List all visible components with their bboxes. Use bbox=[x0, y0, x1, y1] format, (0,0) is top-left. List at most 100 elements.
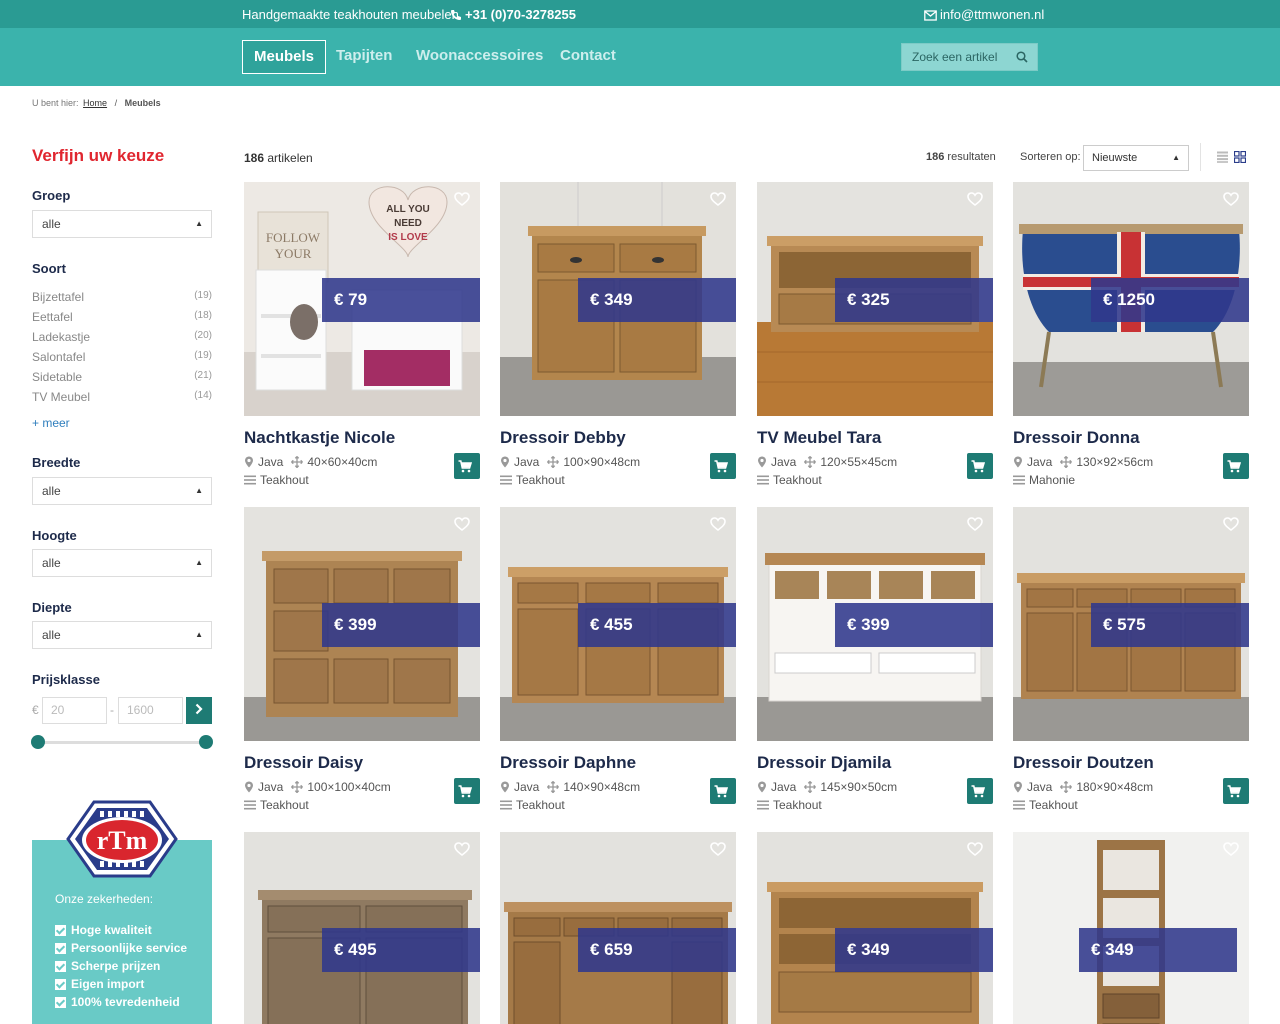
product-title[interactable]: TV Meubel Tara bbox=[757, 428, 993, 450]
product-photo[interactable]: € 455 bbox=[500, 507, 736, 741]
product-card[interactable]: € 495 bbox=[244, 832, 480, 1024]
add-to-cart-button[interactable] bbox=[710, 778, 736, 804]
heart-icon[interactable] bbox=[1223, 517, 1239, 531]
phone-link[interactable]: +31 (0)70-3278255 bbox=[450, 7, 576, 22]
breedte-select[interactable]: alle ▲ bbox=[32, 477, 212, 505]
svg-text:YOUR: YOUR bbox=[275, 246, 312, 261]
phone-icon bbox=[451, 10, 461, 20]
nav-meubels[interactable]: Meubels bbox=[242, 40, 327, 74]
select-caret-icon: ▲ bbox=[195, 630, 203, 639]
product-photo[interactable]: FOLLOW YOUR ALL YOU NEED IS LOVE € 79 bbox=[244, 182, 480, 416]
email-link[interactable]: info@ttmwonen.nl bbox=[924, 7, 1044, 22]
product-card[interactable]: € 349 bbox=[1013, 832, 1249, 1024]
soort-item-tv-meubel[interactable]: TV Meubel (14) bbox=[32, 390, 212, 410]
product-photo[interactable]: € 325 bbox=[757, 182, 993, 416]
price-min-input[interactable]: 20 bbox=[42, 697, 107, 724]
product-card[interactable]: € 349 Dressoir Debby Java 100×90×48cm Te… bbox=[500, 182, 736, 489]
product-title[interactable]: Dressoir Daphne bbox=[500, 753, 736, 775]
dimensions-icon bbox=[291, 781, 304, 793]
heart-icon[interactable] bbox=[967, 842, 983, 856]
soort-item-salontafel[interactable]: Salontafel (19) bbox=[32, 350, 212, 370]
groep-select[interactable]: alle ▲ bbox=[32, 210, 212, 238]
heart-icon[interactable] bbox=[967, 517, 983, 531]
product-photo[interactable]: € 495 bbox=[244, 832, 480, 1024]
product-title[interactable]: Nachtkastje Nicole bbox=[244, 428, 480, 450]
product-photo[interactable]: € 349 bbox=[757, 832, 993, 1024]
add-to-cart-button[interactable] bbox=[1223, 778, 1249, 804]
product-photo[interactable]: € 659 bbox=[500, 832, 736, 1024]
product-photo[interactable]: € 575 bbox=[1013, 507, 1249, 741]
price-max-input[interactable]: 1600 bbox=[118, 697, 183, 724]
cart-icon bbox=[458, 459, 472, 472]
add-to-cart-button[interactable] bbox=[1223, 453, 1249, 479]
select-caret-icon: ▲ bbox=[1172, 153, 1180, 162]
dimensions-icon bbox=[804, 456, 817, 468]
cart-icon bbox=[714, 784, 728, 797]
hoogte-select[interactable]: alle ▲ bbox=[32, 549, 212, 577]
product-title[interactable]: Dressoir Debby bbox=[500, 428, 736, 450]
price-slider-min-handle[interactable] bbox=[31, 735, 45, 749]
soort-count: (19) bbox=[194, 350, 212, 361]
product-meta: Java 180×90×48cm Teakhout bbox=[1013, 778, 1249, 814]
soort-item-sidetable[interactable]: Sidetable (21) bbox=[32, 370, 212, 390]
heart-icon[interactable] bbox=[454, 192, 470, 206]
meta-row: Java 140×90×48cm bbox=[500, 778, 736, 796]
grid-view-icon[interactable] bbox=[1234, 151, 1246, 163]
dimensions-icon bbox=[547, 781, 560, 793]
heart-icon[interactable] bbox=[710, 842, 726, 856]
soort-item-bijzettafel[interactable]: Bijzettafel (19) bbox=[32, 290, 212, 310]
breadcrumb-home[interactable]: Home bbox=[83, 98, 107, 108]
soort-item-eettafel[interactable]: Eettafel (18) bbox=[32, 310, 212, 330]
product-card[interactable]: € 399 Dressoir Daisy Java 100×100×40cm T… bbox=[244, 507, 480, 814]
list-view-icon[interactable] bbox=[1217, 151, 1228, 163]
search-input[interactable] bbox=[902, 44, 1012, 70]
add-to-cart-button[interactable] bbox=[454, 778, 480, 804]
product-card[interactable]: € 325 TV Meubel Tara Java 120×55×45cm Te… bbox=[757, 182, 993, 489]
price-slider-max-handle[interactable] bbox=[199, 735, 213, 749]
add-to-cart-button[interactable] bbox=[967, 778, 993, 804]
heart-icon[interactable] bbox=[1223, 842, 1239, 856]
sort-label: Sorteren op: bbox=[1020, 151, 1081, 163]
product-title[interactable]: Dressoir Djamila bbox=[757, 753, 993, 775]
product-card[interactable]: € 349 bbox=[757, 832, 993, 1024]
heart-icon[interactable] bbox=[454, 842, 470, 856]
heart-icon[interactable] bbox=[454, 517, 470, 531]
nav-contact[interactable]: Contact bbox=[560, 40, 616, 74]
product-card[interactable]: € 659 bbox=[500, 832, 736, 1024]
product-card[interactable]: € 455 Dressoir Daphne Java 140×90×48cm T… bbox=[500, 507, 736, 814]
guarantee-list: Hoge kwaliteit Persoonlijke service Sche… bbox=[55, 921, 187, 1011]
sort-select[interactable]: Nieuwste ▲ bbox=[1083, 145, 1189, 171]
add-to-cart-button[interactable] bbox=[454, 453, 480, 479]
material-icon bbox=[1013, 475, 1025, 485]
heart-icon[interactable] bbox=[1223, 192, 1239, 206]
soort-more-link[interactable]: + meer bbox=[32, 416, 70, 430]
product-title[interactable]: Dressoir Donna bbox=[1013, 428, 1249, 450]
soort-name: Ladekastje bbox=[32, 330, 91, 344]
product-photo[interactable]: € 349 bbox=[500, 182, 736, 416]
product-title[interactable]: Dressoir Daisy bbox=[244, 753, 480, 775]
add-to-cart-button[interactable] bbox=[967, 453, 993, 479]
breadcrumb-current: Meubels bbox=[124, 98, 161, 108]
product-photo[interactable]: € 349 bbox=[1013, 832, 1249, 1024]
search-icon[interactable] bbox=[1016, 51, 1028, 63]
product-meta: Java 145×90×50cm Teakhout bbox=[757, 778, 993, 814]
product-card[interactable]: € 1250 Dressoir Donna Java 130×92×56cm M… bbox=[1013, 182, 1249, 489]
heart-icon[interactable] bbox=[710, 192, 726, 206]
product-card[interactable]: € 399 Dressoir Djamila Java 145×90×50cm … bbox=[757, 507, 993, 814]
product-title[interactable]: Dressoir Doutzen bbox=[1013, 753, 1249, 775]
nav-woonaccessoires[interactable]: Woonaccessoires bbox=[416, 40, 543, 74]
diepte-select[interactable]: alle ▲ bbox=[32, 621, 212, 649]
article-count-label: artikelen bbox=[267, 151, 313, 165]
product-photo[interactable]: € 399 bbox=[244, 507, 480, 741]
product-photo[interactable]: € 1250 bbox=[1013, 182, 1249, 416]
product-card[interactable]: € 575 Dressoir Doutzen Java 180×90×48cm … bbox=[1013, 507, 1249, 814]
price-apply-button[interactable] bbox=[186, 697, 212, 724]
nav-tapijten[interactable]: Tapijten bbox=[336, 40, 392, 74]
heart-icon[interactable] bbox=[967, 192, 983, 206]
heart-icon[interactable] bbox=[710, 517, 726, 531]
product-photo[interactable]: € 399 bbox=[757, 507, 993, 741]
add-to-cart-button[interactable] bbox=[710, 453, 736, 479]
product-card[interactable]: FOLLOW YOUR ALL YOU NEED IS LOVE € 79 Na… bbox=[244, 182, 480, 489]
soort-item-ladekastje[interactable]: Ladekastje (20) bbox=[32, 330, 212, 350]
material-icon bbox=[757, 800, 769, 810]
